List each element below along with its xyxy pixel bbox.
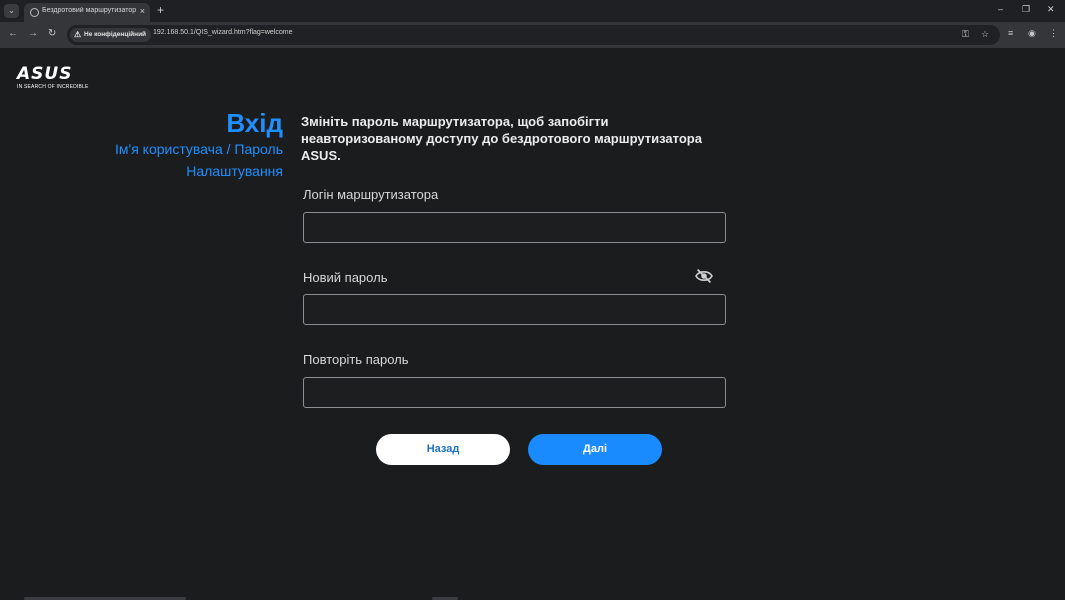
hide-password-eye-icon[interactable] <box>694 268 714 284</box>
profile-icon[interactable]: ◉ <box>1028 28 1036 39</box>
browser-tabstrip: ⌄ Бездротовий маршрутизатор А × + – ❐ ✕ <box>0 0 1065 22</box>
login-input[interactable] <box>303 212 726 243</box>
tab-title: Бездротовий маршрутизатор А <box>42 7 136 14</box>
step-username-password[interactable]: Ім'я користувача / Пароль <box>115 138 283 160</box>
confirm-password-input[interactable] <box>303 377 726 408</box>
next-button[interactable]: Далі <box>528 434 662 465</box>
menu-kebab-icon[interactable]: ⋮ <box>1049 28 1058 39</box>
globe-icon <box>30 8 39 17</box>
logo-tagline: IN SEARCH OF INCREDIBLE <box>17 84 89 90</box>
close-window-button[interactable]: ✕ <box>1047 4 1055 15</box>
bookmark-star-icon[interactable]: ☆ <box>981 29 989 40</box>
back-arrow-icon[interactable]: ← <box>8 28 18 39</box>
forward-arrow-icon[interactable]: → <box>28 28 38 39</box>
confirm-password-label: Повторіть пароль <box>303 352 409 367</box>
media-controls-icon[interactable]: ≡ <box>1008 28 1013 38</box>
url-text[interactable]: 192.168.50.1/QIS_wizard.htm?flag=welcome <box>153 29 293 36</box>
security-chip[interactable]: ⚠ Не конфіденційний <box>70 28 152 42</box>
minimize-button[interactable]: – <box>998 4 1003 14</box>
tab-close-button[interactable]: × <box>140 6 145 16</box>
key-icon[interactable]: ⚿ <box>962 29 969 40</box>
step-settings[interactable]: Налаштування <box>115 160 283 182</box>
restore-button[interactable]: ❐ <box>1022 4 1030 15</box>
page-content: ASUS IN SEARCH OF INCREDIBLE Вхід Ім'я к… <box>0 48 1065 600</box>
new-tab-button[interactable]: + <box>157 3 164 17</box>
address-bar[interactable]: ⚠ Не конфіденційний 192.168.50.1/QIS_wiz… <box>67 25 1000 45</box>
tab-search-button[interactable]: ⌄ <box>4 4 19 18</box>
security-label: Не конфіденційний <box>84 31 147 38</box>
wizard-steps: Вхід Ім'я користувача / Пароль Налаштува… <box>115 108 283 182</box>
step-title: Вхід <box>226 108 283 138</box>
back-button[interactable]: Назад <box>376 434 510 465</box>
password-form: Змініть пароль маршрутизатора, щоб запоб… <box>301 113 731 408</box>
form-heading: Змініть пароль маршрутизатора, щоб запоб… <box>301 114 702 163</box>
reload-icon[interactable]: ↻ <box>48 28 56 39</box>
asus-logo: ASUS IN SEARCH OF INCREDIBLE <box>17 64 89 91</box>
login-label: Логін маршрутизатора <box>303 187 439 202</box>
browser-tab[interactable]: Бездротовий маршрутизатор А × <box>24 3 150 22</box>
logo-wordmark: ASUS <box>17 64 73 84</box>
new-password-input[interactable] <box>303 294 726 325</box>
warning-icon: ⚠ <box>74 30 82 39</box>
browser-toolbar: ← → ↻ ⚠ Не конфіденційний 192.168.50.1/Q… <box>0 22 1065 48</box>
password-label: Новий пароль <box>303 270 388 285</box>
